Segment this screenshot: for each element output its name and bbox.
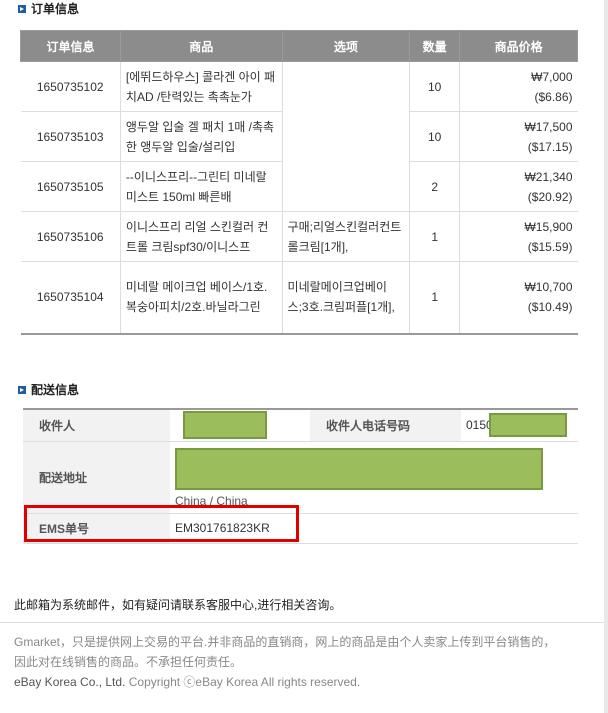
order-section-title-text: 订单信息 <box>31 2 80 16</box>
quantity: 1 <box>409 211 460 262</box>
footer-disclaimer-1: Gmarket，只是提供网上交易的平台.并非商品的直销商，网上的商品是由个人卖家… <box>14 635 556 649</box>
address-value: China / China <box>170 441 578 514</box>
price-usd: ($20.92) <box>527 189 573 204</box>
price-usd: ($15.59) <box>527 239 573 254</box>
footer-company: eBay Korea Co., Ltd. <box>14 675 126 689</box>
price-cell: ₩15,900 ($15.59) <box>459 211 578 262</box>
order-id: 1650735105 <box>20 161 121 212</box>
table-row: 1650735104 미네랄 메이크업 베이스/1호.복숭아피치/2호.바닐라그… <box>20 261 578 335</box>
price-krw: ₩15,900 <box>524 219 573 234</box>
price-cell: ₩21,340 ($20.92) <box>459 161 578 212</box>
price-krw: ₩7,000 <box>531 69 573 84</box>
product-name: --이니스프리--그린티 미네랄 미스트 150ml 빠른배 <box>119 161 283 212</box>
header-price: 商品价格 <box>459 30 578 62</box>
footer: Gmarket，只是提供网上交易的平台.并非商品的直销商，网上的商品是由个人卖家… <box>14 632 594 692</box>
recipient-label: 收件人 <box>23 408 170 442</box>
price-krw: ₩21,340 <box>524 169 573 184</box>
order-id: 1650735102 <box>20 61 121 112</box>
price-usd: ($17.15) <box>527 139 573 154</box>
header-product: 商品 <box>119 30 283 62</box>
product-option: 구매;리얼스킨컬러컨트롤크림[1개], <box>281 211 410 262</box>
product-option <box>281 61 410 212</box>
order-section-title: 订单信息 <box>18 0 79 17</box>
product-name: 앵두알 입술 겔 패치 1매 /촉촉한 앵두알 입술/설리입 <box>119 111 283 162</box>
order-id: 1650735103 <box>20 111 121 162</box>
header-option: 选项 <box>281 30 411 62</box>
price-cell: ₩10,700 ($10.49) <box>459 261 578 335</box>
redacted-recipient <box>183 411 267 440</box>
order-table: 订单信息 商品 选项 数量 商品价格 1650735102 [에뛰드하우스] 콜… <box>20 30 578 335</box>
shipping-section-title: 配送信息 <box>18 381 79 398</box>
quantity: 1 <box>409 261 460 335</box>
section-bullet-icon <box>18 4 26 13</box>
footer-copyright-text: Copyright ⓒeBay Korea All rights reserve… <box>125 675 361 689</box>
price-usd: ($10.49) <box>527 300 573 315</box>
recipient-row: 收件人 收件人电话号码 0150 <box>23 408 578 442</box>
address-label: 配送地址 <box>23 441 170 514</box>
product-name: 미네랄 메이크업 베이스/1호.복숭아피치/2호.바닐라그린 <box>119 261 283 335</box>
recipient-value <box>170 408 310 442</box>
price-cell: ₩17,500 ($17.15) <box>459 111 578 162</box>
quantity: 10 <box>409 61 460 112</box>
system-mail-notice: 此邮箱为系统邮件，如有疑问请联系客服中心,进行相关咨询。 <box>14 598 342 612</box>
section-bullet-icon <box>18 385 26 394</box>
price-usd: ($6.86) <box>534 89 573 104</box>
table-row: 1650735102 [에뛰드하우스] 콜라겐 아이 패치AD /탄력있는 촉촉… <box>20 61 578 212</box>
address-row: 配送地址 China / China <box>23 441 578 514</box>
quantity: 10 <box>409 111 460 162</box>
phone-value: 0150 <box>461 408 578 442</box>
price-cell: ₩7,000 ($6.86) <box>459 61 578 112</box>
header-order-info: 订单信息 <box>20 30 121 62</box>
product-name: 이니스프리 리얼 스킨컬러 컨트롤 크림spf30/이니스프 <box>119 211 283 262</box>
price-krw: ₩10,700 <box>524 280 573 295</box>
redacted-address <box>175 448 543 490</box>
product-option: 미네랄메이크업베이스;3호.크림퍼플[1개], <box>281 261 410 335</box>
scroll-edge <box>604 0 608 713</box>
footer-copyright: eBay Korea Co., Ltd. Copyright ⓒeBay Kor… <box>14 672 594 692</box>
redacted-phone <box>488 413 567 438</box>
ems-highlight-box <box>24 505 299 542</box>
footer-divider <box>0 622 604 623</box>
order-id: 1650735104 <box>20 261 121 335</box>
table-row: 1650735106 이니스프리 리얼 스킨컬러 컨트롤 크림spf30/이니스… <box>20 211 578 262</box>
quantity: 2 <box>409 161 460 212</box>
phone-label: 收件人电话号码 <box>310 408 461 442</box>
footer-disclaimer-2: 因此对在线销售的商品。不承担任何责任。 <box>14 655 243 669</box>
header-qty: 数量 <box>409 30 461 62</box>
order-id: 1650735106 <box>20 211 121 262</box>
order-table-header: 订单信息 商品 选项 数量 商品价格 <box>20 30 578 62</box>
shipping-section-title-text: 配送信息 <box>31 383 80 397</box>
product-name: [에뛰드하우스] 콜라겐 아이 패치AD /탄력있는 촉촉눈가 <box>119 61 283 112</box>
price-krw: ₩17,500 <box>524 119 573 134</box>
